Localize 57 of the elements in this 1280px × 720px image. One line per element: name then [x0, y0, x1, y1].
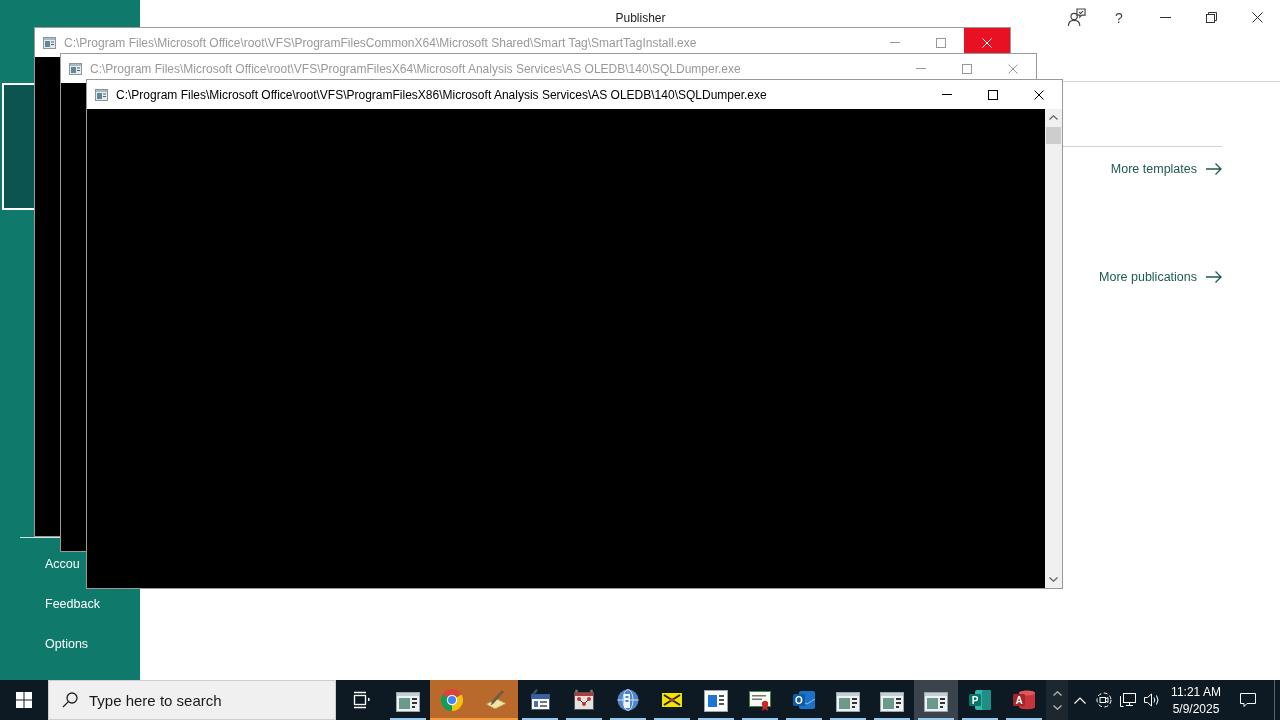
scrollbar[interactable]: [1045, 109, 1062, 588]
certificate-icon: [748, 688, 772, 712]
minimize-icon: [942, 94, 952, 95]
more-link[interactable]: More publications: [1099, 268, 1222, 286]
sidebar-item[interactable]: Feedback: [45, 594, 100, 614]
volume-icon[interactable]: [1143, 692, 1161, 708]
taskbar-button[interactable]: A: [1002, 680, 1046, 720]
window-title: C:\Program Files\Microsoft Office\root\VFS\ProgramFilesCommonX64\Microsoft Shared\Smart Tag\SmartTagInstall.exe: [64, 35, 698, 50]
minimize-icon: [890, 42, 900, 43]
minimize-icon: [1159, 17, 1171, 18]
video-camera-icon[interactable]: [1096, 692, 1112, 708]
network-icon[interactable]: [1119, 692, 1137, 708]
task-view-icon[interactable]: [352, 691, 370, 709]
close-icon: [982, 37, 992, 48]
console-window-icon: [95, 88, 108, 101]
network-diagram-icon: [572, 688, 596, 712]
more-link[interactable]: More templates: [1110, 160, 1222, 178]
taskbar-button[interactable]: P: [958, 680, 1002, 720]
form-icon: [528, 688, 552, 712]
maximize-icon: [962, 63, 972, 74]
selected-nav-tile[interactable]: [2, 83, 34, 210]
document-window-icon: [704, 690, 728, 712]
window-title: C:\Program Files\Microsoft Office\root\VFS\ProgramFilesX86\Microsoft Analysis Services\AS OLEDB\140\SQLDumper.exe: [116, 87, 768, 102]
console-window-icon: [43, 36, 56, 49]
minimize-icon: [916, 68, 926, 69]
window-title: C:\Program Files\Microsoft Office\root\VFS\ProgramFilesX64\Microsoft Analysis Services\AS OLEDB\140\SQLDumper.exe: [90, 61, 742, 76]
maximize-icon: [936, 37, 946, 48]
restore-icon: [1205, 12, 1217, 23]
maximize-icon: [988, 89, 998, 100]
taskbar-button[interactable]: O: [782, 680, 826, 720]
pen-paper-icon: [484, 688, 508, 712]
notification-icon[interactable]: [1239, 692, 1257, 708]
search-field[interactable]: Type here to search: [48, 680, 336, 720]
console-window-icon: [69, 62, 82, 75]
scrollbar-thumb[interactable]: [1046, 127, 1061, 144]
search-icon: [62, 692, 78, 708]
console-window-icon: [836, 692, 860, 712]
sidebar-item[interactable]: Options: [45, 634, 89, 654]
windows-logo-icon[interactable]: [16, 692, 32, 708]
clock-time[interactable]: 11:21 AM: [1171, 684, 1221, 699]
circle-logo-icon: [440, 688, 464, 712]
feedback-person-icon: [1067, 8, 1086, 27]
caret-up-icon[interactable]: [1074, 696, 1086, 704]
arrow-icon: [1206, 271, 1222, 283]
close-icon: [1251, 12, 1263, 23]
close-icon: [1034, 89, 1044, 100]
sidebar-item[interactable]: Accou: [45, 554, 80, 574]
help-button[interactable]: ?: [1096, 0, 1142, 35]
clock-date[interactable]: 5/9/2025: [1172, 701, 1220, 716]
console-window-icon: [924, 692, 948, 712]
app-title: Publisher: [614, 10, 667, 25]
arrow-icon: [1206, 163, 1222, 175]
globe-icon: [616, 688, 640, 712]
close-icon: [1008, 63, 1018, 74]
console-window-icon: [880, 692, 904, 712]
console-window-icon: [396, 692, 420, 712]
taskbar-button[interactable]: [914, 680, 958, 720]
